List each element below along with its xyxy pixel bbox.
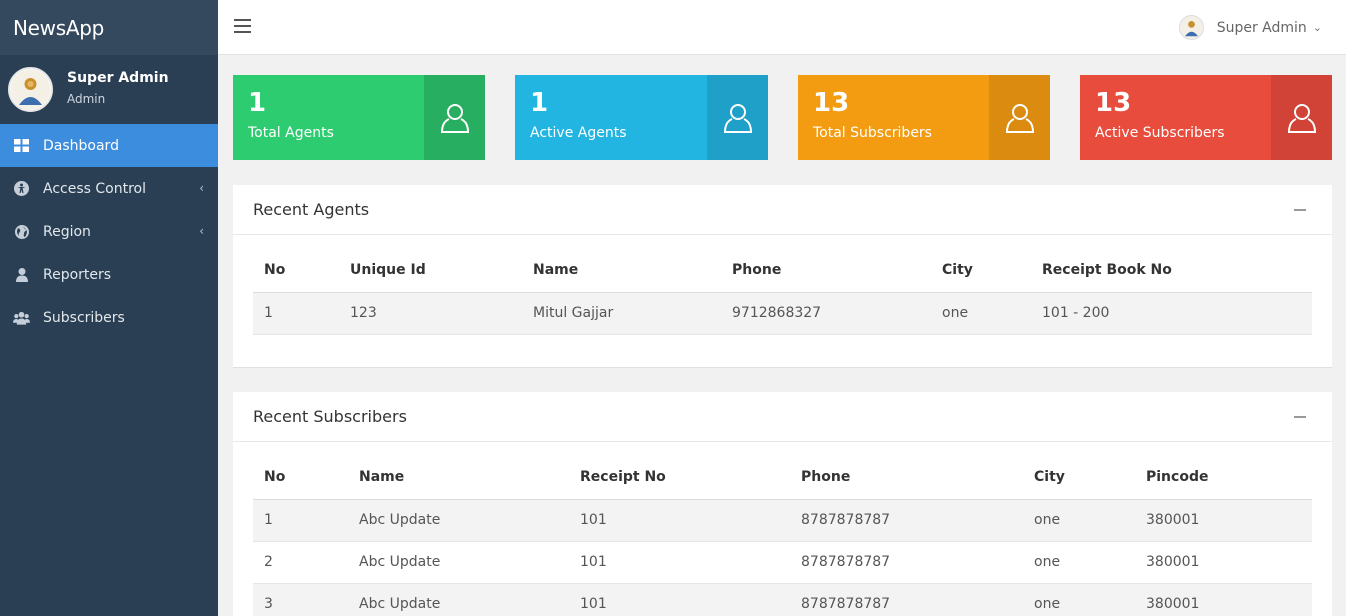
column-header: Name [522, 235, 721, 293]
panel-header: Recent Agents [233, 185, 1332, 235]
app-title[interactable]: NewsApp [13, 16, 104, 40]
avatar [8, 67, 53, 112]
chevron-left-icon: ‹ [199, 224, 204, 238]
column-header: Phone [790, 442, 1023, 500]
panel-title: Recent Subscribers [253, 407, 407, 426]
stat-label: Total Subscribers [813, 125, 932, 141]
recent-agents-panel: Recent Agents No Unique Id Name Phone Ci… [233, 185, 1332, 368]
table-cell: 8787878787 [790, 499, 1023, 542]
recent-subscribers-table: No Name Receipt No Phone City Pincode 1 … [253, 442, 1312, 616]
table-cell: one [931, 292, 1031, 335]
chevron-left-icon: ‹ [199, 181, 204, 195]
table-cell: 3 [253, 583, 348, 616]
table-cell: one [1023, 583, 1135, 616]
users-icon [13, 309, 30, 326]
table-cell: 380001 [1135, 499, 1312, 542]
panel-title: Recent Agents [253, 200, 370, 219]
table-cell: 101 [569, 583, 790, 616]
user-icon [424, 75, 485, 160]
stat-tile-active-agents[interactable]: 1 Active Agents [515, 75, 768, 160]
sidebar-item-access-control[interactable]: Access Control ‹ [0, 167, 218, 210]
sidebar-item-reporters[interactable]: Reporters [0, 253, 218, 296]
user-icon [13, 266, 30, 283]
sidebar-item-label: Subscribers [43, 309, 125, 326]
sidebar-item-region[interactable]: Region ‹ [0, 210, 218, 253]
column-header: Unique Id [339, 235, 522, 293]
stat-tile-total-subscribers[interactable]: 13 Total Subscribers [798, 75, 1050, 160]
collapse-icon[interactable] [1294, 416, 1306, 418]
column-header: Pincode [1135, 442, 1312, 500]
universal-access-icon [13, 180, 30, 197]
panel-header: Recent Subscribers [233, 392, 1332, 442]
sidebar-item-dashboard[interactable]: Dashboard [0, 124, 218, 167]
table-row: 2 Abc Update 101 8787878787 one 380001 [253, 541, 1312, 584]
column-header: No [253, 442, 348, 500]
table-cell: 101 [569, 499, 790, 542]
profile-role: Admin [67, 91, 106, 106]
table-cell: one [1023, 499, 1135, 542]
user-icon [989, 75, 1050, 160]
collapse-icon[interactable] [1294, 209, 1306, 211]
column-header: Phone [721, 235, 931, 293]
table-cell: 8787878787 [790, 583, 1023, 616]
table-cell: 1 [253, 499, 348, 542]
table-row: 1 123 Mitul Gajjar 9712868327 one 101 - … [253, 292, 1312, 335]
stat-value: 1 [530, 88, 549, 118]
stat-tile-total-agents[interactable]: 1 Total Agents [233, 75, 485, 160]
stat-value: 1 [248, 88, 267, 118]
sidebar-item-label: Dashboard [43, 137, 119, 154]
table-cell: 101 - 200 [1031, 292, 1312, 335]
stat-value: 13 [813, 88, 850, 118]
dashboard-icon [13, 137, 30, 154]
table-cell: Abc Update [348, 541, 569, 584]
table-cell: 9712868327 [721, 292, 931, 335]
sidebar-item-label: Region [43, 223, 91, 240]
globe-icon [13, 223, 30, 240]
menu-toggle-icon[interactable] [234, 19, 251, 35]
table-cell: Abc Update [348, 499, 569, 542]
sidebar-item-label: Access Control [43, 180, 146, 197]
column-header: Receipt No [569, 442, 790, 500]
table-cell: 380001 [1135, 583, 1312, 616]
column-header: No [253, 235, 339, 293]
profile-name: Super Admin [67, 69, 169, 86]
table-cell: 2 [253, 541, 348, 584]
table-row: 3 Abc Update 101 8787878787 one 380001 [253, 583, 1312, 616]
table-header-row: No Unique Id Name Phone City Receipt Boo… [253, 235, 1312, 293]
avatar [1178, 15, 1204, 40]
user-icon [1271, 75, 1332, 160]
table-cell: 8787878787 [790, 541, 1023, 584]
brand-header: NewsApp [0, 0, 218, 55]
table-cell: 101 [569, 541, 790, 584]
sidebar-nav: Dashboard Access Control ‹ Region ‹ Repo… [0, 124, 218, 339]
column-header: City [1023, 442, 1135, 500]
chevron-down-icon: ⌄ [1312, 21, 1322, 34]
recent-agents-table: No Unique Id Name Phone City Receipt Boo… [253, 235, 1312, 335]
table-cell: one [1023, 541, 1135, 584]
sidebar: NewsApp Super Admin Admin Dashboard Acce… [0, 0, 218, 616]
table-row: 1 Abc Update 101 8787878787 one 380001 [253, 499, 1312, 542]
column-header: City [931, 235, 1031, 293]
user-icon [707, 75, 768, 160]
user-menu-dropdown[interactable]: Super Admin ⌄ [1178, 15, 1322, 40]
table-cell: Mitul Gajjar [522, 292, 721, 335]
stat-label: Active Agents [530, 125, 627, 141]
table-cell: 380001 [1135, 541, 1312, 584]
column-header: Name [348, 442, 569, 500]
user-name: Super Admin [1216, 19, 1307, 36]
table-cell: 1 [253, 292, 339, 335]
recent-subscribers-panel: Recent Subscribers No Name Receipt No Ph… [233, 392, 1332, 616]
stat-label: Total Agents [248, 125, 334, 141]
column-header: Receipt Book No [1031, 235, 1312, 293]
stat-value: 13 [1095, 88, 1132, 118]
sidebar-item-subscribers[interactable]: Subscribers [0, 296, 218, 339]
table-cell: Abc Update [348, 583, 569, 616]
top-navbar: Super Admin ⌄ [218, 0, 1346, 55]
sidebar-profile: Super Admin Admin [0, 55, 218, 124]
table-header-row: No Name Receipt No Phone City Pincode [253, 442, 1312, 500]
stat-label: Active Subscribers [1095, 125, 1225, 141]
stat-tile-active-subscribers[interactable]: 13 Active Subscribers [1080, 75, 1332, 160]
sidebar-item-label: Reporters [43, 266, 112, 283]
table-cell: 123 [339, 292, 522, 335]
